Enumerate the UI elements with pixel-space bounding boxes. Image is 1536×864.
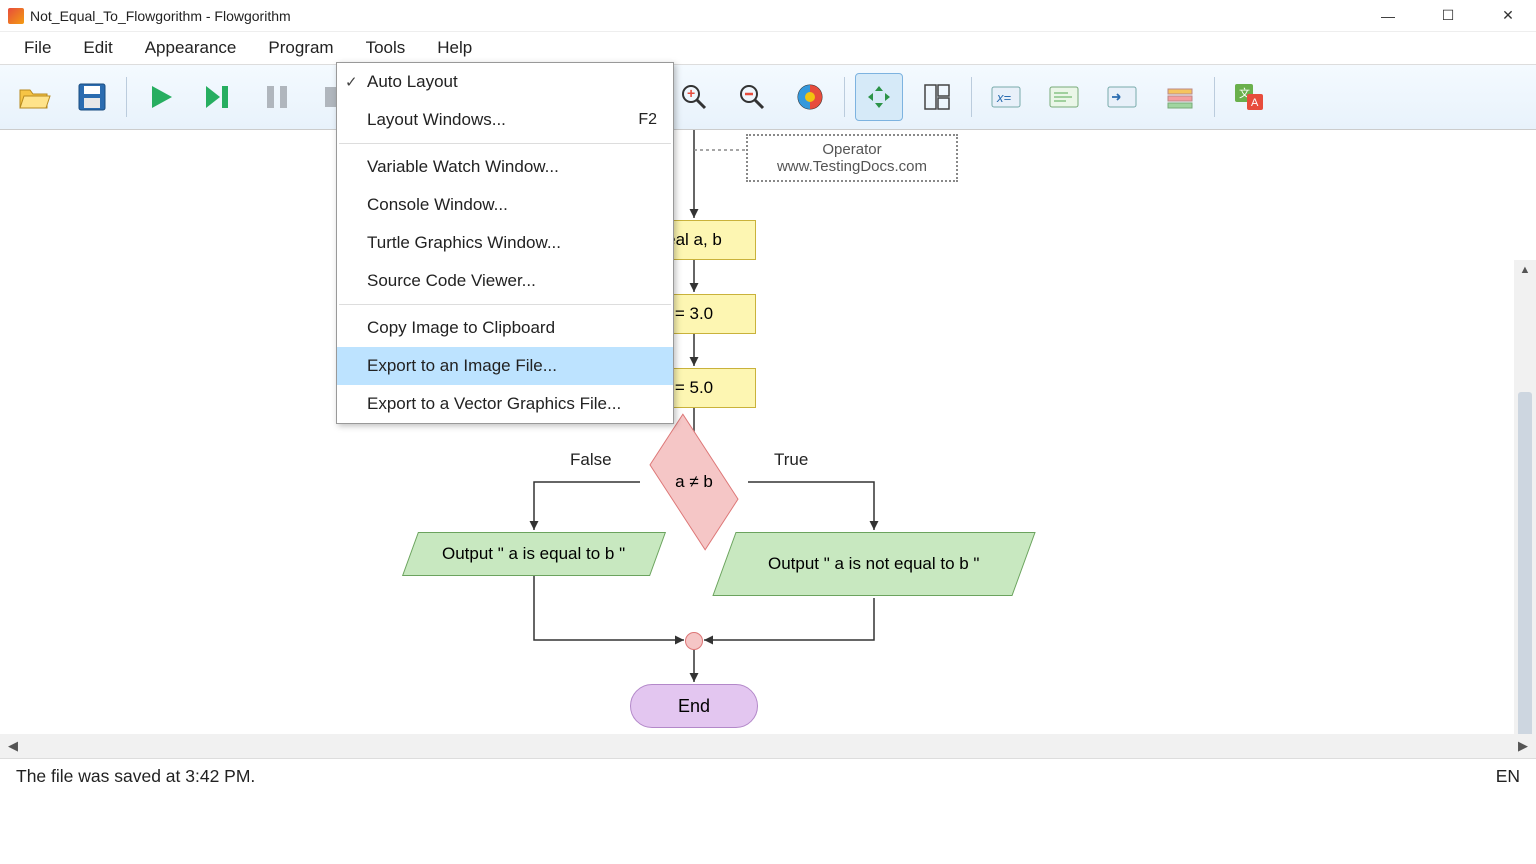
title-bar: Not_Equal_To_Flowgorithm - Flowgorithm —…	[0, 0, 1536, 32]
dd-export-vec-label: Export to a Vector Graphics File...	[367, 394, 621, 414]
menu-appearance[interactable]: Appearance	[131, 34, 251, 62]
auto-fit-button[interactable]	[855, 73, 903, 121]
status-bar: The file was saved at 3:42 PM. EN	[0, 758, 1536, 794]
dd-layout-windows[interactable]: Layout Windows... F2	[337, 101, 673, 139]
false-label: False	[570, 450, 612, 470]
dd-variable-watch-label: Variable Watch Window...	[367, 157, 559, 177]
dd-source-code-viewer[interactable]: Source Code Viewer...	[337, 262, 673, 300]
menu-bar: File Edit Appearance Program Tools Help	[0, 32, 1536, 64]
toolbar-separator	[126, 77, 127, 117]
horizontal-scrollbar[interactable]: ◀ ▶	[0, 734, 1536, 758]
flowgorithm-icon	[8, 8, 24, 24]
dd-shortcut: F2	[638, 111, 657, 129]
variable-watch-button[interactable]: x=	[982, 73, 1030, 121]
console-button[interactable]	[1098, 73, 1146, 121]
toolbar: + x= 文A	[0, 64, 1536, 130]
decision-label: a ≠ b	[626, 472, 762, 492]
window-title: Not_Equal_To_Flowgorithm - Flowgorithm	[30, 8, 1368, 24]
dd-layout-windows-label: Layout Windows...	[367, 110, 506, 130]
run-button[interactable]	[137, 73, 185, 121]
dd-turtle-graphics[interactable]: Turtle Graphics Window...	[337, 224, 673, 262]
svg-text:A: A	[1251, 97, 1259, 109]
dd-src-viewer-label: Source Code Viewer...	[367, 271, 536, 291]
comment-line: Operator	[822, 141, 881, 158]
output-node-true[interactable]: Output " a is not equal to b "	[712, 532, 1035, 596]
output-false-label: Output " a is equal to b "	[430, 539, 637, 569]
save-button[interactable]	[68, 73, 116, 121]
menu-tools[interactable]: Tools	[352, 34, 420, 62]
comment-node[interactable]: Operator www.TestingDocs.com	[746, 134, 958, 182]
decision-node[interactable]: a ≠ b	[626, 448, 762, 516]
function-manager-button[interactable]	[1156, 73, 1204, 121]
dd-export-img-label: Export to an Image File...	[367, 356, 557, 376]
pause-button[interactable]	[253, 73, 301, 121]
svg-text:x=: x=	[996, 90, 1012, 105]
dd-turtle-label: Turtle Graphics Window...	[367, 233, 561, 253]
scroll-thumb[interactable]	[1518, 392, 1532, 734]
vertical-scrollbar[interactable]: ▲ ▼	[1514, 260, 1536, 734]
zoom-out-button[interactable]	[728, 73, 776, 121]
zoom-in-button[interactable]: +	[670, 73, 718, 121]
step-button[interactable]	[195, 73, 243, 121]
end-node[interactable]: End	[630, 684, 758, 728]
comment-line: www.TestingDocs.com	[777, 158, 927, 175]
source-code-button[interactable]	[1040, 73, 1088, 121]
color-scheme-button[interactable]	[786, 73, 834, 121]
toolbar-separator	[971, 77, 972, 117]
dd-export-image-file[interactable]: Export to an Image File...	[337, 347, 673, 385]
assign-node-label: = 3.0	[675, 304, 713, 324]
dd-console-window[interactable]: Console Window...	[337, 186, 673, 224]
toolbar-separator	[844, 77, 845, 117]
tools-dropdown: Auto Layout Layout Windows... F2 Variable…	[336, 62, 674, 424]
dd-auto-layout-label: Auto Layout	[367, 72, 458, 92]
flowchart-lines	[0, 130, 1536, 734]
end-label: End	[678, 696, 710, 717]
menu-file[interactable]: File	[10, 34, 65, 62]
menu-program[interactable]: Program	[254, 34, 347, 62]
declare-node-label: eal a, b	[666, 230, 722, 250]
status-message: The file was saved at 3:42 PM.	[16, 766, 255, 787]
language-indicator[interactable]: EN	[1496, 766, 1520, 787]
close-button[interactable]: ✕	[1488, 2, 1528, 30]
translate-button[interactable]: 文A	[1225, 73, 1273, 121]
scroll-up-icon[interactable]: ▲	[1514, 260, 1536, 280]
open-button[interactable]	[10, 73, 58, 121]
flowchart-canvas[interactable]: Operator www.TestingDocs.com eal a, b = …	[0, 130, 1536, 734]
dd-console-label: Console Window...	[367, 195, 508, 215]
true-label: True	[774, 450, 808, 470]
toolbar-separator	[1214, 77, 1215, 117]
canvas-area[interactable]: Operator www.TestingDocs.com eal a, b = …	[0, 130, 1536, 734]
output-node-false[interactable]: Output " a is equal to b "	[402, 532, 666, 576]
svg-text:+: +	[687, 85, 695, 101]
maximize-button[interactable]: ☐	[1428, 2, 1468, 30]
layout-windows-button[interactable]	[913, 73, 961, 121]
dd-separator	[339, 304, 671, 305]
output-true-label: Output " a is not equal to b "	[756, 549, 991, 579]
dd-auto-layout[interactable]: Auto Layout	[337, 63, 673, 101]
scroll-left-icon[interactable]: ◀	[0, 738, 26, 754]
dd-separator	[339, 143, 671, 144]
window-controls: — ☐ ✕	[1368, 2, 1528, 30]
dd-copy-clip-label: Copy Image to Clipboard	[367, 318, 555, 338]
dd-copy-image-clipboard[interactable]: Copy Image to Clipboard	[337, 309, 673, 347]
menu-edit[interactable]: Edit	[69, 34, 126, 62]
minimize-button[interactable]: —	[1368, 2, 1408, 30]
assign-node-label: = 5.0	[675, 378, 713, 398]
dd-variable-watch[interactable]: Variable Watch Window...	[337, 148, 673, 186]
join-node	[685, 632, 703, 650]
dd-export-vector-file[interactable]: Export to a Vector Graphics File...	[337, 385, 673, 423]
scroll-right-icon[interactable]: ▶	[1510, 738, 1536, 754]
menu-help[interactable]: Help	[423, 34, 486, 62]
